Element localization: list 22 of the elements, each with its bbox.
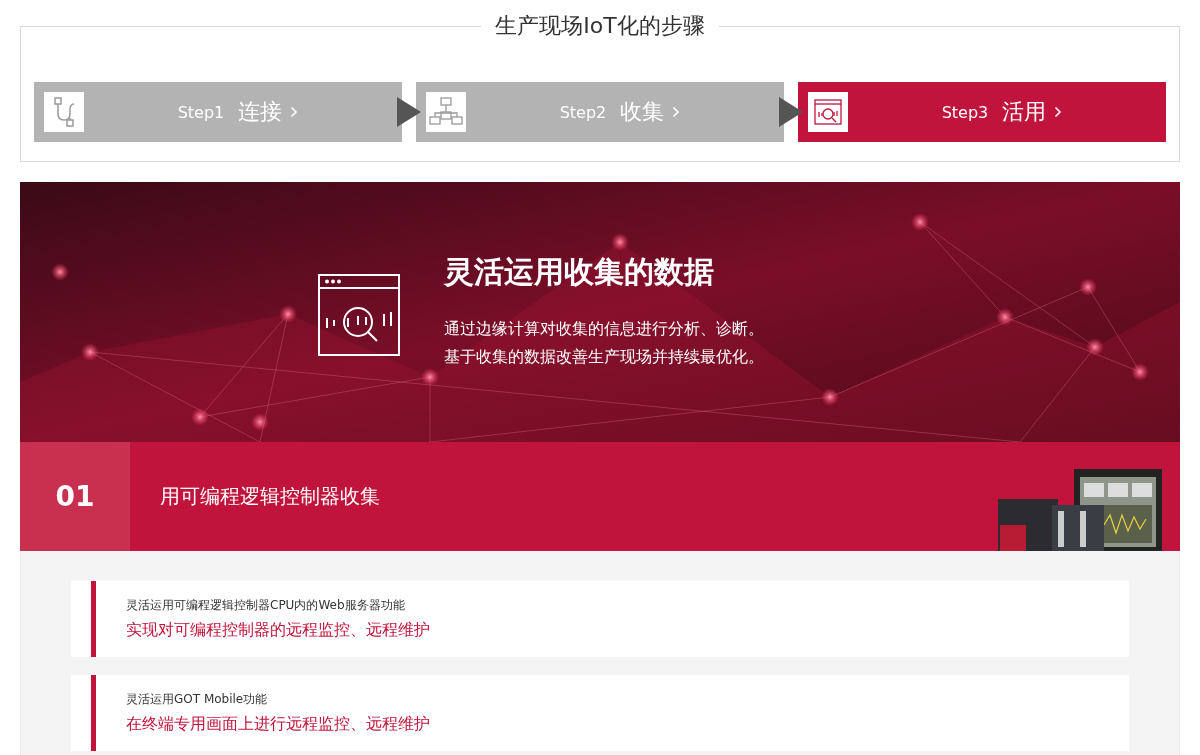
step-tab[interactable]: Step1 连接 — [34, 82, 402, 142]
hero-text: 基于收集的数据改善生产现场并持续最优化。 — [444, 346, 764, 368]
card-headline: 实现对可编程控制器的远程监控、远程维护 — [126, 620, 430, 641]
section-number: 01 — [20, 442, 130, 551]
window-search-icon — [318, 274, 400, 356]
step-tab[interactable]: Step3 活用 — [798, 82, 1166, 142]
card-caption: 灵活运用GOT Mobile功能 — [126, 691, 269, 708]
arrow-icon — [397, 97, 421, 127]
step-tab[interactable]: Step2 收集 — [416, 82, 784, 142]
section-title: 用可编程逻辑控制器收集 — [160, 483, 380, 510]
card-headline: 在终端专用画面上进行远程监控、远程维护 — [126, 714, 430, 735]
chevron-icon — [290, 106, 299, 118]
section-title: 生产现场IoT化的步骤 — [495, 12, 705, 40]
cable-icon — [44, 92, 84, 132]
card-caption: 灵活运用可编程逻辑控制器CPU内的Web服务器功能 — [126, 597, 406, 614]
hero-text: 通过边缘计算对收集的信息进行分析、诊断。 — [444, 318, 764, 340]
window-search-icon — [808, 92, 848, 132]
chevron-icon — [1054, 106, 1063, 118]
hero-title: 灵活运用收集的数据 — [444, 253, 715, 291]
chevron-icon — [672, 106, 681, 118]
network-icon — [426, 92, 466, 132]
arrow-icon — [779, 97, 803, 127]
